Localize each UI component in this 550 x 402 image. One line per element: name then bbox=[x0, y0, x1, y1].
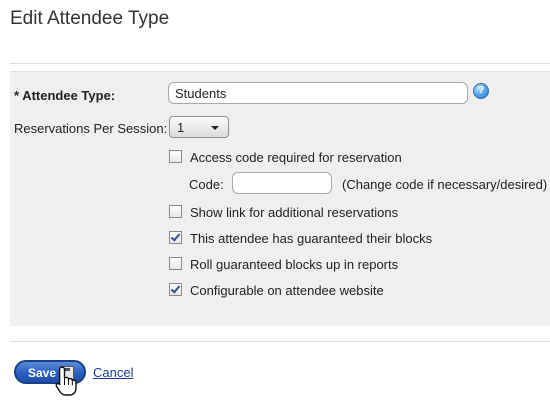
show-link-checkbox[interactable] bbox=[169, 205, 182, 218]
reservations-per-session-select[interactable]: 1 bbox=[169, 116, 229, 138]
roll-up-checkbox[interactable] bbox=[169, 257, 182, 270]
configurable-checkbox[interactable] bbox=[169, 283, 182, 296]
hand-pointer-cursor-icon bbox=[55, 366, 77, 396]
roll-up-label: Roll guaranteed blocks up in reports bbox=[190, 257, 399, 272]
top-divider bbox=[10, 63, 550, 64]
show-link-label: Show link for additional reservations bbox=[190, 205, 399, 220]
chevron-down-icon bbox=[211, 126, 219, 130]
page-title: Edit Attendee Type bbox=[10, 8, 170, 29]
code-input[interactable] bbox=[232, 172, 332, 194]
attendee-type-label: * Attendee Type: bbox=[14, 88, 116, 103]
bottom-divider bbox=[10, 341, 550, 342]
access-code-required-checkbox[interactable] bbox=[169, 150, 182, 163]
access-code-required-label: Access code required for reservation bbox=[190, 150, 402, 165]
guaranteed-blocks-checkbox[interactable] bbox=[169, 231, 182, 244]
help-icon[interactable]: ? bbox=[473, 83, 489, 99]
guaranteed-blocks-label: This attendee has guaranteed their block… bbox=[190, 231, 433, 246]
save-button-label: Save bbox=[28, 366, 57, 380]
code-label: Code: bbox=[189, 177, 224, 192]
configurable-label: Configurable on attendee website bbox=[190, 283, 384, 298]
code-hint: (Change code if necessary/desired) bbox=[342, 177, 548, 192]
reservations-per-session-label: Reservations Per Session: bbox=[14, 121, 168, 136]
cancel-link[interactable]: Cancel bbox=[93, 365, 133, 380]
reservations-per-session-value: 1 bbox=[177, 120, 185, 135]
attendee-type-input[interactable] bbox=[168, 82, 468, 104]
edit-attendee-type-page: Edit Attendee Type * Attendee Type: ? Re… bbox=[0, 0, 550, 402]
